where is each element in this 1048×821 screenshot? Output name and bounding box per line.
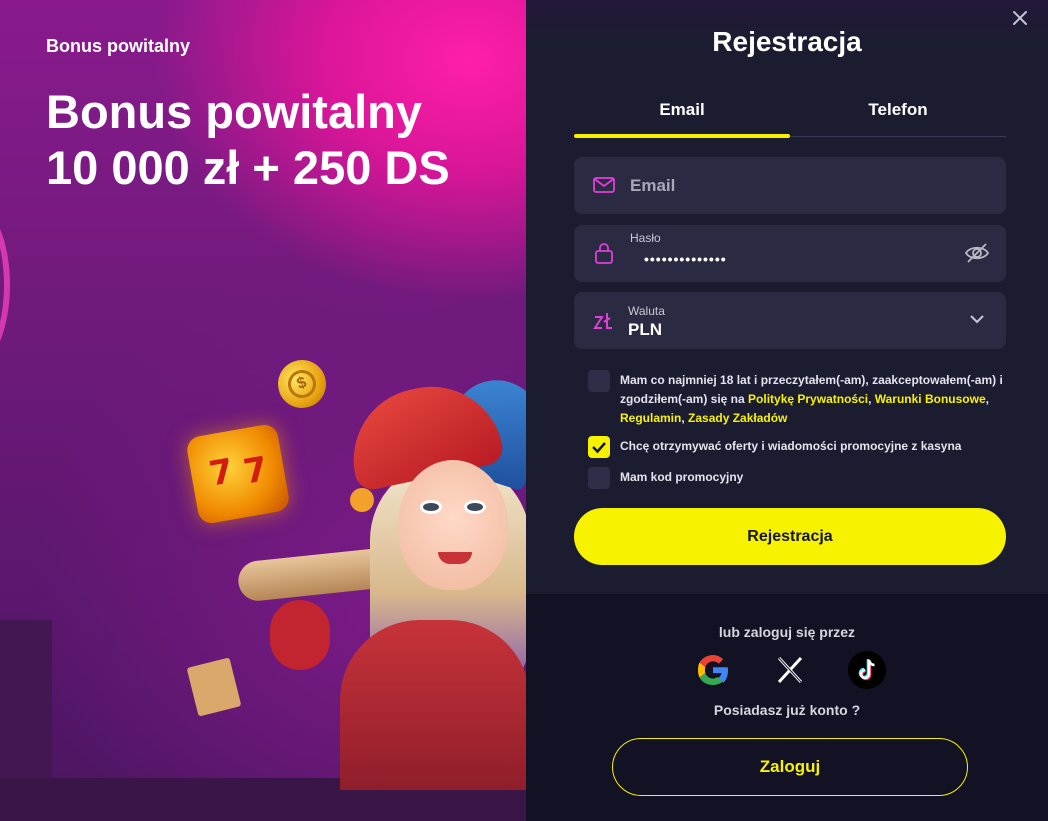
terms-checkbox[interactable] [588,370,610,392]
red-glove [270,600,330,670]
coin-symbol: $ [284,366,320,402]
rules-link[interactable]: Regulamin [620,411,681,425]
register-button[interactable]: Rejestracja [574,508,1006,565]
dice-glyph-2: 7 [240,449,271,493]
bonus-terms-link[interactable]: Warunki Bonusowe [875,392,986,406]
email-input[interactable] [630,157,970,214]
face-shape [398,460,508,590]
decorative-arc [0,200,10,370]
password-field[interactable]: Hasło •••••••••••••• [574,225,1006,282]
email-field[interactable] [574,157,1006,214]
terms-checkbox-row: Mam co najmniej 18 lat i przeczytałem(-a… [588,370,1008,426]
x-icon[interactable] [771,651,809,689]
betting-rules-link[interactable]: Zasady Zakładów [688,411,787,425]
currency-select[interactable]: Waluta PLN [574,292,1006,349]
currency-label: Waluta [628,304,665,318]
dice-glyph-1: 7 [206,451,237,495]
zloty-icon [592,310,616,334]
promo-title-line2: 10 000 zł + 250 DS [46,141,450,194]
floating-card-image [186,657,242,717]
social-login-caption: lub zaloguj się przez [718,624,856,640]
marketing-checkbox-row: Chcę otrzymywać oferty i wiadomości prom… [588,436,1008,458]
right-eye [464,500,486,514]
promo-code-checkbox-row: Mam kod promocyjny [588,467,1008,489]
hat-ball [350,488,374,512]
mouth [438,552,472,564]
currency-value: PLN [628,320,662,339]
tiktok-icon[interactable] [848,651,886,689]
terms-text: Mam co najmniej 18 lat i przeczytałem(-a… [620,371,1010,428]
login-button[interactable]: Zaloguj [612,738,968,796]
dialog-title: Rejestracja [712,26,862,57]
slot-dice-image: 7 7 [185,422,291,526]
promo-code-text: Mam kod promocyjny [620,470,744,484]
auth-method-tabs: Email Telefon [574,96,1006,138]
mail-icon [592,173,616,197]
password-value[interactable]: •••••••••••••• [644,251,727,267]
body-shape [340,620,526,790]
privacy-policy-link[interactable]: Politykę Prywatności [748,392,868,406]
promo-eyebrow: Bonus powitalny [46,36,190,56]
marketing-text: Chcę otrzymywać oferty i wiadomości prom… [620,439,962,453]
password-label: Hasło [630,231,661,245]
google-icon[interactable] [694,651,732,689]
chevron-down-icon[interactable] [968,310,986,328]
promo-code-checkbox[interactable] [588,467,610,489]
checkmark-icon [592,442,606,454]
lock-icon [592,241,616,265]
promo-panel: Bonus powitalny Bonus powitalny 10 000 z… [0,0,526,821]
promo-title-line1: Bonus powitalny [46,85,422,138]
left-eye [420,500,442,514]
terms-sep3: , [681,411,689,425]
marketing-checkbox[interactable] [588,436,610,458]
terms-sep1: , [868,392,875,406]
close-icon[interactable] [1010,8,1030,28]
promo-title: Bonus powitalny 10 000 zł + 250 DS [46,84,516,196]
have-account-text: Posiadasz już konto ? [713,702,861,718]
eye-off-icon[interactable] [964,240,990,266]
terms-sep2: , [985,392,989,406]
jester-girl-illustration [270,368,526,790]
tab-email[interactable]: Email [574,96,790,138]
tab-phone[interactable]: Telefon [790,96,1006,136]
